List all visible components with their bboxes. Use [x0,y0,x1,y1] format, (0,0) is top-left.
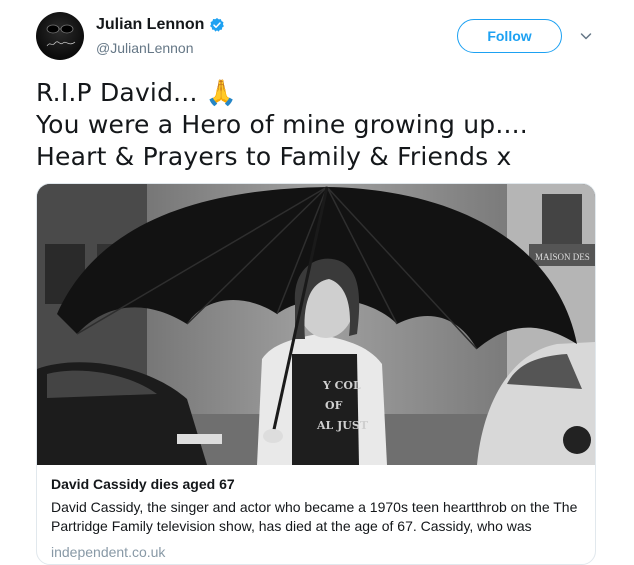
shop-sign-text: MAISON DES [535,252,590,262]
tweet-line: You were a Hero of mine growing up.... [36,110,528,139]
card-description: David Cassidy, the singer and actor who … [51,499,578,534]
user-name[interactable]: Julian Lennon [96,16,204,34]
avatar-glasses-icon [46,24,74,34]
tweet-line: Heart & Prayers to Family & Friends x [36,142,512,171]
tweet-line: R.I.P David... 🙏 [36,78,238,107]
follow-button[interactable]: Follow [457,19,562,53]
verified-badge-icon [210,18,225,32]
link-card[interactable]: MAISON DES Y COL OF AL JUST David Cassid… [36,183,596,565]
avatar[interactable] [36,12,84,60]
card-image[interactable]: MAISON DES Y COL OF AL JUST [37,184,595,465]
card-body: David Cassidy dies aged 67 David Cassidy… [37,465,595,560]
tweet-text: R.I.P David... 🙏 You were a Hero of mine… [36,77,616,173]
shirt-text-1: Y COL [322,379,361,392]
shirt-text-2: OF [325,399,343,412]
user-handle[interactable]: @JulianLennon [96,40,194,56]
card-title[interactable]: David Cassidy dies aged 67 [51,476,581,492]
chevron-down-icon[interactable] [578,28,594,44]
avatar-signature [46,41,76,47]
user-name-row: Julian Lennon [96,16,225,34]
card-domain: independent.co.uk [51,544,166,560]
shirt-text-3: AL JUST [316,419,369,432]
